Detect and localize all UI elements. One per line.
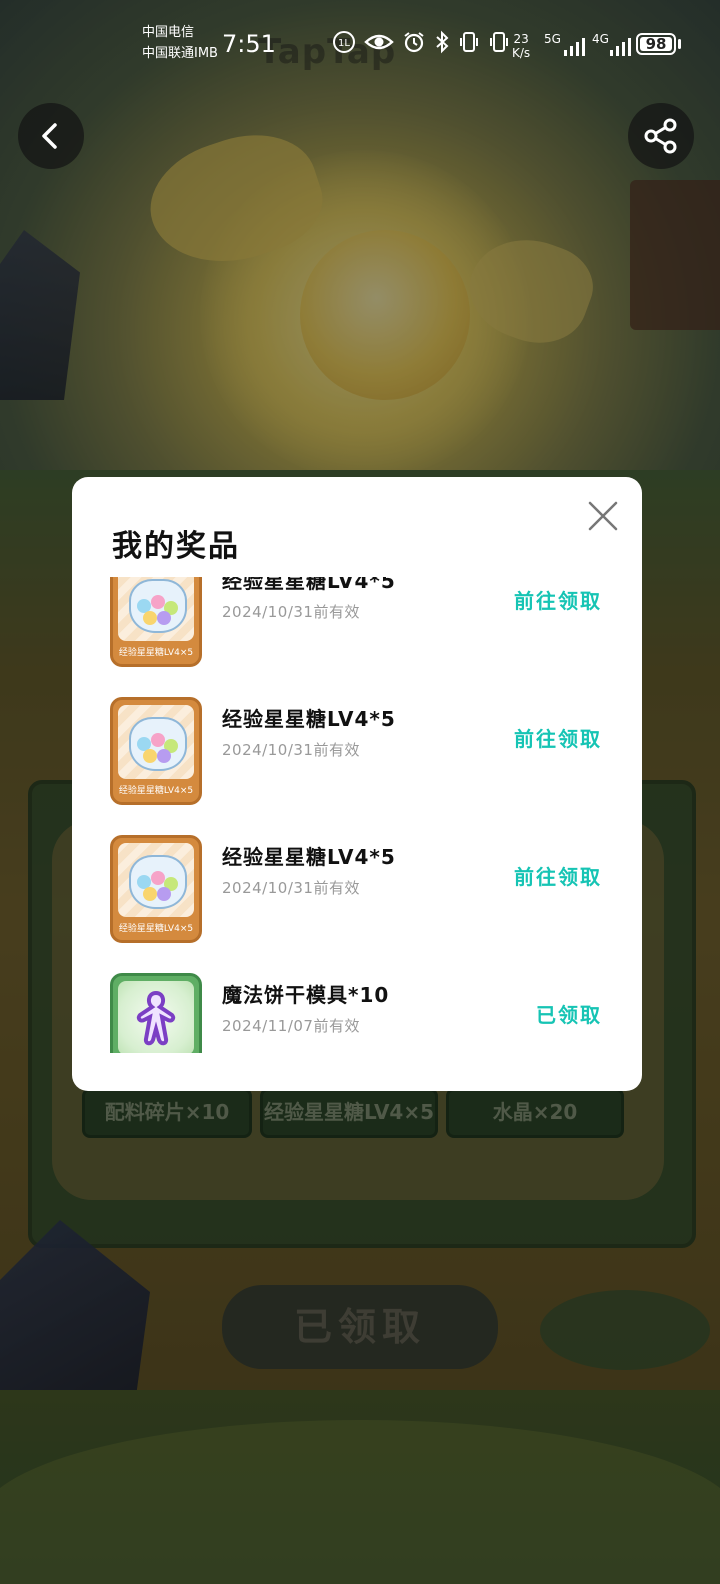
network-type: 4G — [592, 32, 609, 46]
thumbnail-card — [118, 577, 194, 641]
battery-icon: 98 — [636, 33, 676, 55]
carrier-name: 中国电信 — [142, 25, 195, 40]
prize-item: 经验星星糖LV4×5 经验星星糖LV4*5 2024/10/31前有效 前往领取 — [72, 577, 642, 687]
thumbnail-caption: 经验星星糖LV4×5 — [118, 648, 194, 658]
thumbnail-card — [118, 843, 194, 917]
carrier-info: 中国电信 中国联通IMB — [142, 22, 218, 64]
vibrate-icon — [460, 32, 478, 52]
status-time: 7:51 — [222, 30, 276, 58]
thumbnail-card — [118, 981, 194, 1053]
alarm-icon — [404, 32, 424, 53]
thumbnail-card — [118, 705, 194, 779]
modal-title: 我的奖品 — [112, 529, 240, 564]
share-button[interactable] — [628, 103, 694, 169]
prize-thumbnail: 经验星星糖LV4×5 — [110, 577, 202, 667]
network-speed-unit: K/s — [512, 46, 531, 60]
chevron-left-icon — [42, 123, 57, 149]
vibrate-icon — [490, 32, 508, 52]
bluetooth-icon — [436, 30, 449, 54]
thumbnail-caption: 经验星星糖LV4×5 — [118, 786, 194, 796]
prize-name: 经验星星糖LV4*5 — [222, 707, 396, 731]
close-icon — [588, 501, 618, 531]
prize-name: 经验星星糖LV4*5 — [222, 845, 396, 869]
candy-bag-icon — [129, 579, 187, 633]
status-bar: 中国电信 中国联通IMB TapTap 7:51 1L 23 K/s 5G 4G… — [0, 0, 720, 90]
battery-nub — [678, 39, 681, 49]
prize-thumbnail: 经验星星糖LV4×5 — [110, 697, 202, 805]
status-icons: 1L — [332, 30, 510, 54]
eye-icon — [364, 34, 394, 50]
network-type: 5G — [544, 32, 561, 46]
go-claim-link[interactable]: 前往领取 — [514, 585, 602, 614]
prize-name: 经验星星糖LV4*5 — [222, 577, 396, 593]
prize-thumbnail: 经验星星糖LV4×5 — [110, 835, 202, 943]
back-button[interactable] — [18, 103, 84, 169]
hd-call-icon: 1L — [333, 31, 355, 53]
prize-expiry-date: 2024/11/07前有效 — [222, 1017, 360, 1035]
prize-expiry-date: 2024/10/31前有效 — [222, 741, 360, 759]
go-claim-link[interactable]: 前往领取 — [514, 861, 602, 890]
signal-icon — [564, 36, 585, 56]
prize-expiry-date: 2024/10/31前有效 — [222, 603, 360, 621]
candy-bag-icon — [129, 717, 187, 771]
my-prizes-modal: 我的奖品 经验星星糖LV4×5 经验星星糖LV4*5 2024/10/31前有效… — [72, 477, 642, 1091]
svg-text:1L: 1L — [338, 38, 350, 49]
prize-name: 魔法饼干模具*10 — [222, 983, 390, 1007]
carrier-name: 中国联通IMB — [142, 46, 218, 61]
network-speed-value: 23 — [513, 32, 529, 46]
close-button[interactable] — [586, 499, 620, 533]
share-icon — [644, 118, 677, 154]
go-claim-link[interactable]: 前往领取 — [514, 723, 602, 752]
signal-icon — [610, 36, 631, 56]
battery-level: 98 — [640, 37, 672, 52]
prize-item: 魔法饼干模具*10 2024/11/07前有效 已领取 — [72, 963, 642, 1053]
network-speed: 23 K/s — [512, 32, 530, 60]
candy-bag-icon — [129, 855, 187, 909]
prize-thumbnail — [110, 973, 202, 1053]
cookie-mold-icon — [136, 990, 176, 1046]
prize-item: 经验星星糖LV4×5 经验星星糖LV4*5 2024/10/31前有效 前往领取 — [72, 687, 642, 825]
thumbnail-caption: 经验星星糖LV4×5 — [118, 924, 194, 934]
prize-item: 经验星星糖LV4×5 经验星星糖LV4*5 2024/10/31前有效 前往领取 — [72, 825, 642, 963]
prize-list[interactable]: 经验星星糖LV4×5 经验星星糖LV4*5 2024/10/31前有效 前往领取… — [72, 577, 642, 1053]
claimed-status: 已领取 — [536, 1003, 602, 1027]
prize-expiry-date: 2024/10/31前有效 — [222, 879, 360, 897]
